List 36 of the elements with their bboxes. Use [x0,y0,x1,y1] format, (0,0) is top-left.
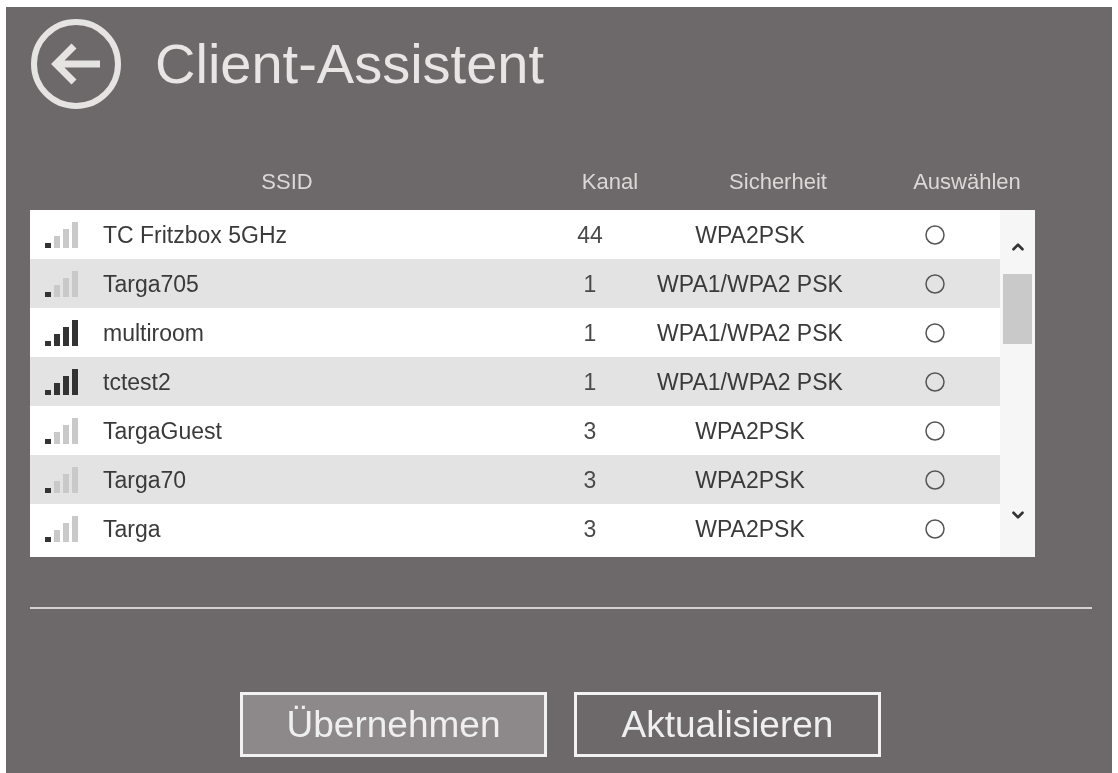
ssid-cell: tctest2 [103,367,171,396]
scrollbar-thumb[interactable] [1003,274,1032,344]
ssid-cell: Targa705 [103,269,199,298]
channel-cell: 3 [583,465,597,494]
channel-cell: 1 [583,269,597,298]
channel-cell: 3 [583,416,597,445]
column-header: SSID [261,169,313,195]
radio-button[interactable] [925,371,945,392]
channel-cell: 1 [583,318,597,347]
security-cell: WPA2PSK [695,514,805,543]
security-cell: WPA1/WPA2 PSK [657,318,843,347]
security-cell: WPA1/WPA2 PSK [657,367,843,396]
column-header: Sicherheit [729,169,827,195]
ssid-cell: Targa70 [103,465,187,494]
ssid-cell: TargaGuest [103,416,222,445]
security-cell: WPA2PSK [695,416,805,445]
column-header: Auswählen [913,169,1021,195]
security-cell: WPA2PSK [695,465,805,494]
radio-button[interactable] [925,322,945,343]
window-title: Client-Assistent [155,32,545,96]
security-cell: WPA1/WPA2 PSK [657,269,843,298]
ssid-cell: multiroom [103,318,204,347]
channel-cell: 3 [583,514,597,543]
action-button[interactable]: Aktualisieren [574,692,881,757]
action-button[interactable]: Übernehmen [240,692,547,757]
security-cell: WPA2PSK [695,220,805,249]
radio-button[interactable] [925,420,945,441]
radio-button[interactable] [925,273,945,294]
radio-button[interactable] [925,469,945,490]
channel-cell: 44 [577,220,603,249]
ssid-cell: TC Fritzbox 5GHz [103,220,288,249]
ssid-cell: Targa [103,514,161,543]
channel-cell: 1 [583,367,597,396]
column-header: Kanal [581,169,639,195]
radio-button[interactable] [925,518,945,539]
radio-button[interactable] [925,224,945,245]
